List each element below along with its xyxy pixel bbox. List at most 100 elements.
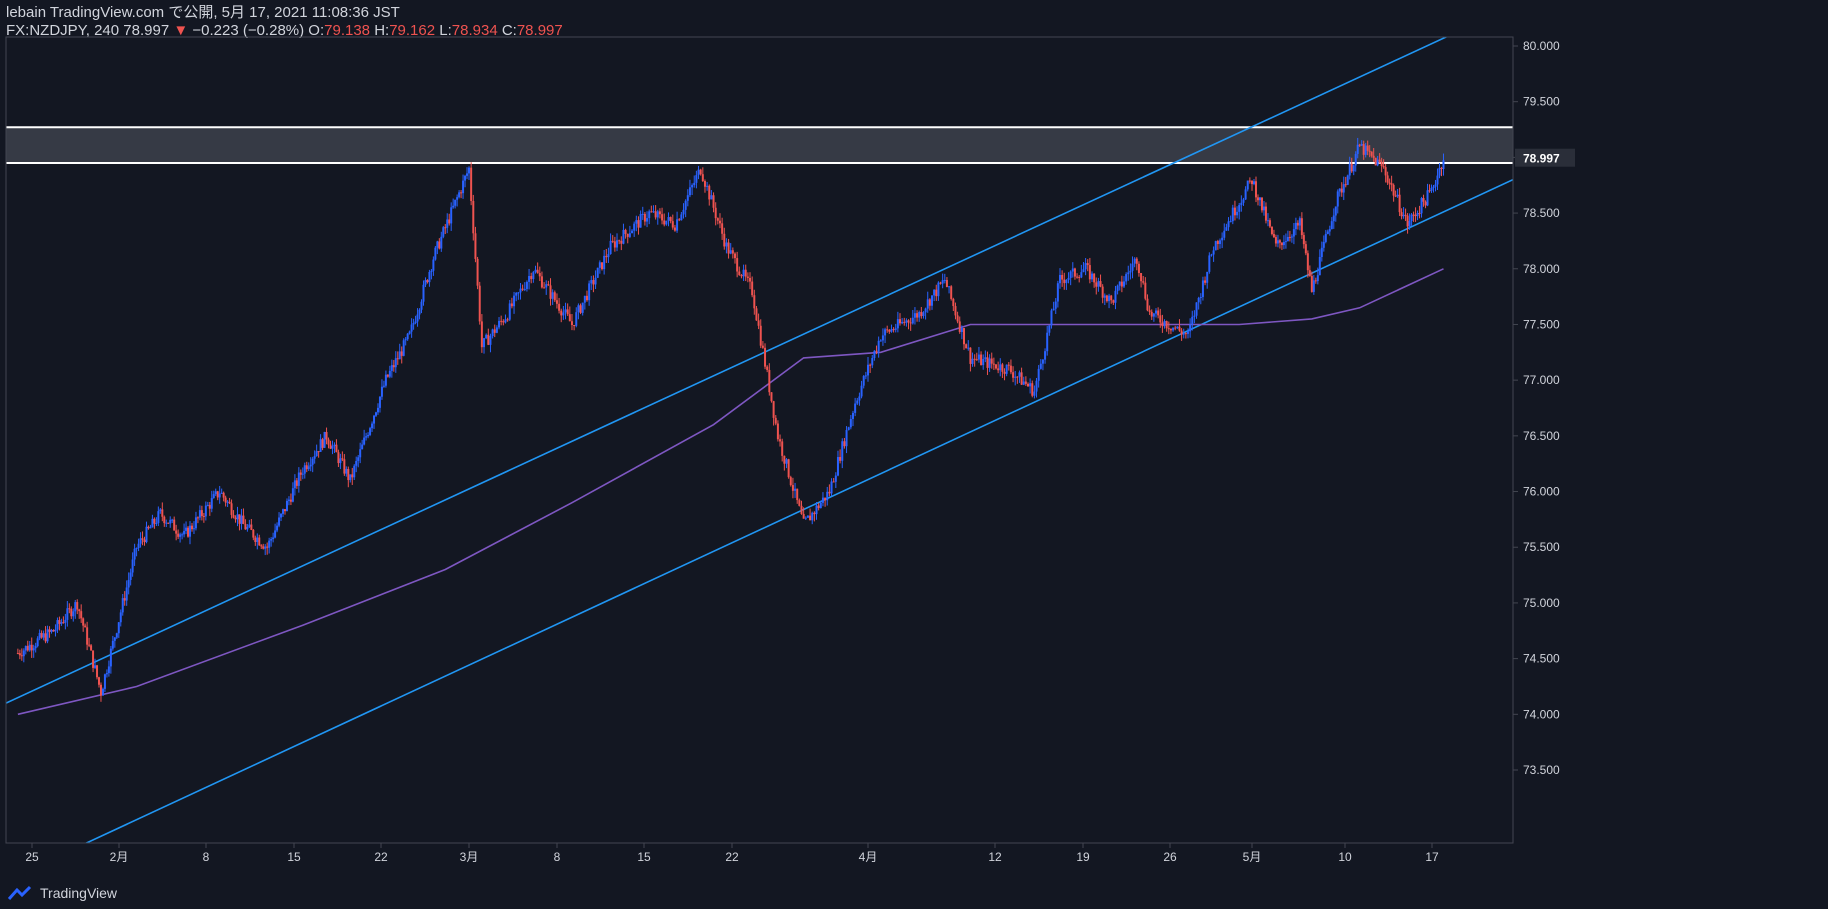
candle-body	[1073, 268, 1076, 277]
tradingview-logo[interactable]: TradingView	[6, 885, 117, 901]
candle-body	[826, 491, 829, 501]
candle-body	[502, 321, 505, 323]
x-tick-label: 26	[1163, 850, 1177, 864]
candle-body	[881, 335, 884, 341]
candle-body	[179, 534, 182, 537]
candle-body	[697, 169, 700, 176]
candle-body	[1114, 290, 1117, 303]
candle-body	[907, 320, 910, 323]
candle-body	[456, 197, 459, 200]
candle-body	[680, 214, 683, 221]
candle-body	[873, 350, 876, 358]
candle-body	[1442, 160, 1445, 170]
candle-body	[977, 354, 980, 360]
candle-body	[1193, 315, 1196, 317]
y-tick-label: 74.500	[1523, 652, 1560, 666]
candle-body	[1199, 296, 1202, 298]
candle-body	[1005, 364, 1008, 374]
candle-body	[1374, 157, 1377, 166]
candle-body	[242, 515, 245, 525]
candle-body	[196, 517, 199, 519]
candle-body	[38, 632, 41, 639]
candle-body	[1382, 166, 1385, 168]
candle-body	[712, 195, 715, 208]
candle-body	[498, 320, 501, 328]
candle-body	[258, 537, 261, 546]
candle-body	[965, 344, 968, 349]
candle-body	[1338, 188, 1341, 192]
candle-body	[398, 351, 401, 360]
y-tick-label: 76.000	[1523, 485, 1560, 499]
price-chart[interactable]: 80.00079.50079.00078.50078.00077.50077.0…	[0, 0, 1828, 909]
candle-body	[1069, 271, 1072, 278]
x-tick-label: 2月	[110, 850, 129, 864]
candle-body	[26, 645, 29, 651]
candle-body	[1266, 220, 1269, 222]
candle-body	[1024, 381, 1027, 384]
candle-body	[236, 514, 239, 520]
candle-body	[121, 598, 124, 613]
y-tick-label: 75.000	[1523, 596, 1560, 610]
x-tick-label: 4月	[859, 850, 878, 864]
candle-body	[553, 292, 556, 301]
candle-body	[821, 497, 824, 503]
candle-body	[1197, 297, 1200, 303]
candle-body	[1368, 150, 1371, 152]
candle-body	[319, 439, 322, 452]
candle-body	[16, 653, 19, 655]
candle-body	[105, 673, 108, 675]
candle-body	[442, 227, 445, 237]
candle-body	[551, 292, 554, 299]
candle-body	[913, 313, 916, 318]
candle-body	[841, 441, 844, 461]
candle-body	[1080, 272, 1083, 278]
candle-body	[800, 505, 803, 514]
candle-body	[622, 229, 625, 244]
candle-body	[373, 415, 376, 424]
candle-body	[36, 638, 39, 647]
candle-body	[1101, 286, 1104, 298]
candle-body	[886, 329, 889, 331]
candle-body	[452, 205, 455, 208]
candle-body	[768, 369, 771, 393]
candle-body	[1294, 222, 1297, 230]
candle-body	[1280, 242, 1283, 246]
candle-body	[1320, 247, 1323, 258]
candle-body	[920, 311, 923, 317]
candle-body	[879, 340, 882, 342]
candle-body	[1044, 351, 1047, 360]
candle-body	[1306, 253, 1309, 271]
candle-body	[1256, 197, 1259, 201]
candle-body	[751, 281, 754, 296]
candle-body	[1312, 280, 1315, 292]
candle-body	[583, 295, 586, 303]
candle-body	[226, 501, 229, 503]
candle-body	[1120, 281, 1123, 287]
candle-body	[815, 505, 818, 515]
candle-body	[1227, 221, 1230, 228]
x-tick-label: 8	[554, 850, 561, 864]
candle-body	[890, 329, 893, 332]
candle-body	[1358, 144, 1361, 146]
candle-body	[1416, 213, 1419, 217]
candle-body	[1414, 214, 1417, 217]
candle-body	[1027, 383, 1029, 387]
candle-body	[603, 255, 606, 270]
candle-body	[1031, 383, 1034, 396]
candle-body	[426, 280, 429, 283]
candle-body	[1308, 270, 1311, 277]
candle-body	[1001, 364, 1004, 372]
candle-body	[1033, 391, 1036, 396]
candle-body	[92, 650, 95, 668]
candle-body	[688, 187, 691, 196]
candle-body	[650, 211, 653, 213]
candle-body	[1388, 182, 1391, 184]
candle-body	[1233, 207, 1236, 216]
candle-body	[918, 311, 921, 318]
candle-body	[321, 439, 324, 448]
candle-body	[924, 308, 927, 313]
candle-body	[749, 277, 752, 282]
candle-body	[218, 493, 221, 498]
candle-body	[52, 629, 55, 632]
candle-body	[682, 209, 685, 215]
